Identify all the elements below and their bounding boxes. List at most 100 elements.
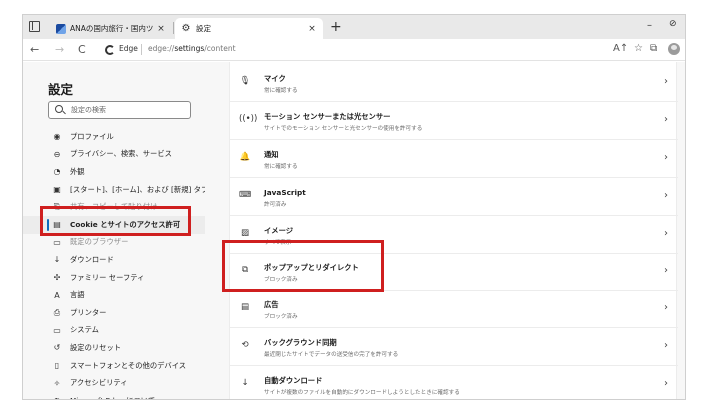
permission-row-motion-sensors[interactable]: ((•)) モーション センサーまたは光センサー サイトでのモーション センサーと光… bbox=[230, 103, 678, 140]
tab-bar: ANAの国内旅行・国内ツアー | ANA × ⚙ 設定 × + – ⊘ bbox=[23, 15, 685, 39]
refresh-button[interactable]: C bbox=[78, 43, 86, 57]
family-safety-icon: ✣ bbox=[53, 273, 61, 283]
highlight-box-cookie bbox=[40, 206, 191, 236]
chevron-right-icon[interactable]: › bbox=[664, 114, 668, 125]
sidebar-item-label: 外観 bbox=[70, 166, 85, 176]
url-path-bold: settings bbox=[174, 44, 205, 53]
minimize-button[interactable]: – bbox=[647, 20, 652, 31]
sidebar-item-label: Microsoft Edge について bbox=[70, 396, 155, 399]
chevron-right-icon[interactable]: › bbox=[664, 378, 668, 389]
reset-settings-icon: ↺ bbox=[53, 343, 61, 353]
background-sync-icon: ⟲ bbox=[241, 340, 249, 350]
permission-title: バックグラウンド同期 bbox=[264, 338, 337, 347]
sidebar-item-label: [スタート]、[ホーム]、および [新規] タブ bbox=[70, 184, 209, 194]
permission-title: 広告 bbox=[264, 300, 279, 309]
sidebar-item-profile[interactable]: ◉ プロファイル bbox=[23, 128, 205, 146]
tab-close-icon[interactable]: × bbox=[154, 24, 168, 34]
settings-search-box[interactable] bbox=[48, 101, 191, 119]
forward-button[interactable]: → bbox=[55, 43, 64, 57]
sidebar-item-label: プライバシー、検索、サービス bbox=[70, 149, 172, 159]
images-icon: ▨ bbox=[240, 228, 250, 238]
chevron-right-icon[interactable]: › bbox=[664, 302, 668, 313]
sidebar-title: 設定 bbox=[48, 82, 74, 97]
sidebar-item-label: 設定のリセット bbox=[70, 342, 122, 352]
appearance-icon: ◔ bbox=[53, 167, 61, 177]
permission-row-javascript[interactable]: ⌨ JavaScript 許可済み › bbox=[230, 179, 678, 216]
sidebar-item-start-home-newtab[interactable]: ▣ [スタート]、[ホーム]、および [新規] タブ bbox=[23, 181, 209, 199]
permission-title: モーション センサーまたは光センサー bbox=[264, 112, 391, 121]
settings-search-input[interactable] bbox=[71, 104, 186, 116]
back-button[interactable]: ← bbox=[30, 43, 39, 57]
permission-status: 常に確認する bbox=[264, 164, 298, 170]
default-browser-icon: ▭ bbox=[53, 237, 61, 247]
permission-row-background-sync[interactable]: ⟲ バックグラウンド同期最近閉じたサイトでデータの送受信の完了を許可する › bbox=[230, 329, 678, 366]
tab-ana[interactable]: ANAの国内旅行・国内ツアー | ANA × bbox=[50, 18, 172, 39]
microphone-icon: 🎙 bbox=[239, 76, 251, 86]
chevron-right-icon[interactable]: › bbox=[664, 340, 668, 351]
sidebar-item-default-browser[interactable]: ▭ 既定のブラウザー bbox=[23, 234, 205, 252]
address-divider bbox=[141, 44, 142, 55]
sidebar-item-privacy[interactable]: ⊖ プライバシー、検索、サービス bbox=[23, 146, 205, 164]
chevron-right-icon[interactable]: › bbox=[664, 228, 668, 239]
url-field[interactable]: edge://settings/content bbox=[148, 44, 236, 53]
ads-icon: ▤ bbox=[240, 302, 250, 312]
downloads-icon: ↓ bbox=[53, 255, 61, 265]
window-control-icon[interactable]: ⊘ bbox=[669, 19, 677, 29]
sidebar-nav: ◉ プロファイル ⊖ プライバシー、検索、サービス ◔ 外観 ▣ [スタート]、[ホーム]、お… bbox=[23, 128, 209, 399]
sidebar-item-family-safety[interactable]: ✣ ファミリー セーフティ bbox=[23, 269, 205, 287]
edge-logo-icon bbox=[105, 45, 115, 55]
sidebar-item-label: ファミリー セーフティ bbox=[70, 272, 145, 282]
permission-row-ads[interactable]: ▤ 広告ブロック済み › bbox=[230, 291, 678, 328]
url-scheme: edge:// bbox=[148, 44, 175, 53]
main-content: 🎙 マイク 常に確認する › ((•)) モーション センサーまたは光センサー サイトでのモ… bbox=[205, 62, 685, 399]
sidebar-item-system[interactable]: ▭ システム bbox=[23, 322, 205, 340]
sidebar-item-label: スマートフォンとその他のデバイス bbox=[70, 360, 187, 370]
sidebar-item-accessibility[interactable]: ✧ アクセシビリティ bbox=[23, 374, 205, 392]
chevron-right-icon[interactable]: › bbox=[664, 76, 668, 87]
sidebar-item-label: プロファイル bbox=[70, 131, 114, 141]
permission-status: サイトが複数のファイルを自動的にダウンロードしようとしたときに確認する bbox=[264, 390, 460, 396]
profile-avatar[interactable] bbox=[668, 43, 680, 55]
start-home-newtab-icon: ▣ bbox=[53, 185, 61, 195]
printers-icon: ⎙ bbox=[53, 307, 61, 317]
ana-favicon-icon bbox=[56, 23, 66, 34]
permission-title: マイク bbox=[264, 74, 286, 83]
sidebar-item-label: 言語 bbox=[70, 290, 85, 300]
permission-title: 自動ダウンロード bbox=[264, 376, 323, 385]
sidebar-item-label: ダウンロード bbox=[70, 254, 114, 264]
privacy-icon: ⊖ bbox=[53, 149, 61, 159]
sidebar-item-downloads[interactable]: ↓ ダウンロード bbox=[23, 251, 205, 269]
address-bar: ← → C Edge edge://settings/content A↑ ☆ … bbox=[23, 39, 685, 61]
read-aloud-icon[interactable]: A↑ bbox=[613, 43, 628, 54]
motion-sensors-icon: ((•)) bbox=[239, 114, 258, 124]
browser-label: Edge bbox=[119, 44, 138, 53]
tab-actions-icon[interactable] bbox=[29, 21, 40, 32]
permission-status: 最近閉じたサイトでデータの送受信の完了を許可する bbox=[264, 352, 399, 358]
languages-icon: A bbox=[54, 290, 60, 300]
sidebar-item-printers[interactable]: ⎙ プリンター bbox=[23, 304, 205, 322]
permission-row-microphone[interactable]: 🎙 マイク 常に確認する › bbox=[230, 65, 678, 102]
tab-close-icon[interactable]: × bbox=[305, 24, 319, 34]
sidebar-item-label: アクセシビリティ bbox=[70, 378, 128, 388]
tab-title: 設定 bbox=[196, 24, 211, 33]
permission-status: ブロック済み bbox=[264, 314, 298, 320]
chevron-right-icon[interactable]: › bbox=[664, 265, 668, 276]
favorite-icon[interactable]: ☆ bbox=[634, 43, 643, 54]
sidebar-item-languages[interactable]: A 言語 bbox=[23, 286, 205, 304]
permission-row-notifications[interactable]: 🔔 通知 常に確認する › bbox=[230, 141, 678, 178]
chevron-right-icon[interactable]: › bbox=[664, 190, 668, 201]
system-icon: ▭ bbox=[53, 325, 61, 335]
highlight-box-popups bbox=[222, 240, 384, 292]
sidebar-item-about-edge[interactable]: ◐ Microsoft Edge について bbox=[23, 392, 205, 399]
profile-icon: ◉ bbox=[53, 132, 61, 142]
tab-settings[interactable]: ⚙ 設定 × bbox=[175, 18, 323, 39]
gear-icon: ⚙ bbox=[181, 22, 191, 34]
new-tab-button[interactable]: + bbox=[330, 18, 342, 36]
permission-row-automatic-downloads[interactable]: ↓ 自動ダウンロード サイトが複数のファイルを自動的にダウンロードしようとしたときに… bbox=[230, 367, 678, 399]
sidebar-item-phone-devices[interactable]: ▯ スマートフォンとその他のデバイス bbox=[23, 357, 205, 375]
chevron-right-icon[interactable]: › bbox=[664, 152, 668, 163]
collections-icon[interactable]: ⧉ bbox=[650, 43, 657, 54]
sidebar-item-appearance[interactable]: ◔ 外観 bbox=[23, 163, 205, 181]
search-icon bbox=[55, 105, 63, 113]
sidebar-item-reset-settings[interactable]: ↺ 設定のリセット bbox=[23, 339, 205, 357]
